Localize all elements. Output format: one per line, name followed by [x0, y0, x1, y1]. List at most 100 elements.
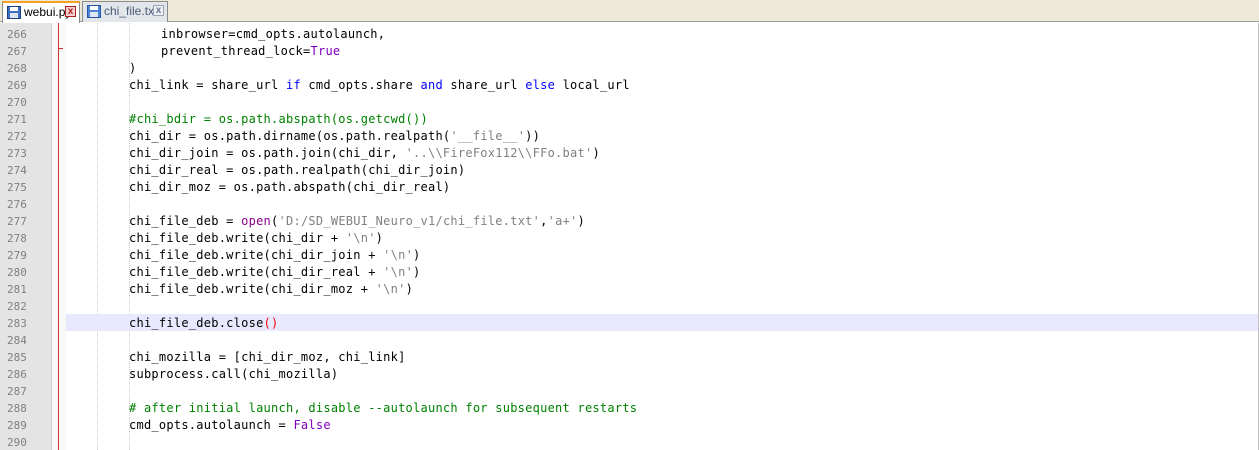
code-editor[interactable]: 266 inbrowser=cmd_opts.autolaunch, 267 prev… [0, 23, 1259, 450]
code-line[interactable]: 267 prevent_thread_lock=True [0, 43, 1259, 60]
code-token: chi_file_deb = [129, 214, 242, 228]
line-number: 275 [7, 181, 27, 194]
floppy-disk-icon [87, 5, 101, 18]
code-token: chi_link = share_url [129, 78, 286, 92]
code-line[interactable]: 272 chi_dir = os.path.dirname(os.path.rea… [0, 128, 1259, 145]
code-line[interactable]: 282 [0, 298, 1259, 315]
code-text: chi_dir_moz = os.path.abspath(chi_dir_re… [129, 179, 450, 196]
code-line[interactable]: 271 #chi_bdir = os.path.abspath(os.getcwd… [0, 111, 1259, 128]
code-token: cmd_opts.autolaunch = [129, 418, 294, 432]
line-number: 290 [7, 436, 27, 449]
floppy-disk-icon [7, 6, 21, 19]
code-token: ( [271, 214, 279, 228]
code-line[interactable]: 286 subprocess.call(chi_mozilla) [0, 366, 1259, 383]
code-token: chi_dir_join = os.path.join(chi_dir, [129, 146, 406, 160]
tab-label: chi_file.txt [104, 4, 158, 18]
close-tab-icon[interactable]: x [65, 6, 76, 17]
code-token: ) [405, 282, 414, 296]
code-line[interactable]: 289 cmd_opts.autolaunch = False [0, 417, 1259, 434]
code-text: chi_link = share_url if cmd_opts.share a… [129, 77, 630, 94]
code-text: chi_dir = os.path.dirname(os.path.realpa… [129, 128, 540, 145]
code-line[interactable]: 279 chi_file_deb.write(chi_dir_join + '\n… [0, 247, 1259, 264]
code-token: '\n' [383, 265, 414, 279]
line-number: 281 [7, 283, 27, 296]
tab-webui-py[interactable]: webui.py x [2, 1, 80, 23]
code-line[interactable]: 288 # after initial launch, disable --aut… [0, 400, 1259, 417]
code-line[interactable]: 280 chi_file_deb.write(chi_dir_real + '\n… [0, 264, 1259, 281]
code-line[interactable]: 273 chi_dir_join = os.path.join(chi_dir, … [0, 145, 1259, 162]
code-token: chi_file_deb.write(chi_dir + [129, 231, 346, 245]
line-number: 276 [7, 198, 27, 211]
close-tab-icon[interactable]: x [153, 5, 164, 16]
code-token: else [525, 78, 556, 92]
code-token: chi_dir_moz = os.path.abspath(chi_dir_re… [129, 180, 451, 194]
code-text: cmd_opts.autolaunch = False [129, 417, 331, 434]
code-token: open [241, 214, 272, 228]
code-line[interactable]: 287 [0, 383, 1259, 400]
tab-chi-file-txt[interactable]: chi_file.txt x [82, 1, 168, 22]
code-text: prevent_thread_lock=True [161, 43, 340, 60]
line-number: 272 [7, 130, 27, 143]
code-text: chi_mozilla = [chi_dir_moz, chi_link] [129, 349, 406, 366]
code-line[interactable]: 276 [0, 196, 1259, 213]
line-number: 277 [7, 215, 27, 228]
code-token: chi_file_deb.write(chi_dir_moz + [129, 282, 376, 296]
code-line[interactable]: 277 chi_file_deb = open('D:/SD_WEBUI_Neur… [0, 213, 1259, 230]
code-line[interactable]: 281 chi_file_deb.write(chi_dir_moz + '\n'… [0, 281, 1259, 298]
code-line[interactable]: 274 chi_dir_real = os.path.realpath(chi_d… [0, 162, 1259, 179]
line-number: 267 [7, 45, 27, 58]
code-token: 'D:/SD_WEBUI_Neuro_v1/chi_file.txt' [278, 214, 541, 228]
code-text: #chi_bdir = os.path.abspath(os.getcwd()) [129, 111, 428, 128]
code-line[interactable]: 268) [0, 60, 1259, 77]
code-token: chi_mozilla = [chi_dir_moz, chi_link] [129, 350, 406, 364]
line-number: 287 [7, 385, 27, 398]
code-text: chi_file_deb = open('D:/SD_WEBUI_Neuro_v… [129, 213, 585, 230]
tab-bar: webui.py x chi_file.txt x [0, 0, 1259, 23]
code-text: chi_dir_real = os.path.realpath(chi_dir_… [129, 162, 465, 179]
code-line[interactable]: 266 inbrowser=cmd_opts.autolaunch, [0, 26, 1259, 43]
code-text: chi_dir_join = os.path.join(chi_dir, '..… [129, 145, 600, 162]
line-number: 288 [7, 402, 27, 415]
code-token: # after initial launch, disable --autola… [129, 401, 638, 415]
code-token: 'a+' [547, 214, 578, 228]
code-token: if [285, 78, 301, 92]
code-text: chi_file_deb.write(chi_dir_join + '\n') [129, 247, 421, 264]
code-line[interactable]: 285 chi_mozilla = [chi_dir_moz, chi_link] [0, 349, 1259, 366]
code-token: inbrowser=cmd_opts.autolaunch, [161, 27, 386, 41]
code-line[interactable]: 270 [0, 94, 1259, 111]
code-line[interactable]: 283 chi_file_deb.close() [0, 315, 1259, 332]
code-line[interactable]: 290 [0, 434, 1259, 450]
code-token: chi_dir = os.path.dirname(os.path.realpa… [129, 129, 451, 143]
line-number: 284 [7, 334, 27, 347]
code-token: '__file__' [450, 129, 526, 143]
line-number: 269 [7, 79, 27, 92]
line-number: 289 [7, 419, 27, 432]
code-token: cmd_opts.share [300, 78, 421, 92]
code-token: ) [129, 61, 137, 75]
code-token: share_url [442, 78, 526, 92]
code-token: and [420, 78, 443, 92]
code-token: '\n' [345, 231, 376, 245]
code-line[interactable]: 275 chi_dir_moz = os.path.abspath(chi_dir… [0, 179, 1259, 196]
code-line[interactable]: 269 chi_link = share_url if cmd_opts.shar… [0, 77, 1259, 94]
line-number: 274 [7, 164, 27, 177]
line-number: 266 [7, 28, 27, 41]
code-line[interactable]: 278 chi_file_deb.write(chi_dir + '\n') [0, 230, 1259, 247]
code-text: chi_file_deb.close() [129, 315, 279, 332]
code-token: subprocess.call(chi_mozilla) [129, 367, 339, 381]
code-token: local_url [555, 78, 630, 92]
code-token: #chi_bdir = os.path.abspath(os.getcwd()) [129, 112, 428, 126]
code-token: chi_file_deb.write(chi_dir_join + [129, 248, 384, 262]
code-line[interactable]: 284 [0, 332, 1259, 349]
code-token: prevent_thread_lock= [161, 44, 311, 58]
code-text: chi_file_deb.write(chi_dir_moz + '\n') [129, 281, 413, 298]
code-token: , [540, 214, 548, 228]
code-token: chi_file_deb.close [129, 316, 264, 330]
line-number: 282 [7, 300, 27, 313]
line-number: 279 [7, 249, 27, 262]
line-number: 268 [7, 62, 27, 75]
line-number: 273 [7, 147, 27, 160]
line-number: 270 [7, 96, 27, 109]
code-text: inbrowser=cmd_opts.autolaunch, [161, 26, 385, 43]
code-token: )) [525, 129, 541, 143]
